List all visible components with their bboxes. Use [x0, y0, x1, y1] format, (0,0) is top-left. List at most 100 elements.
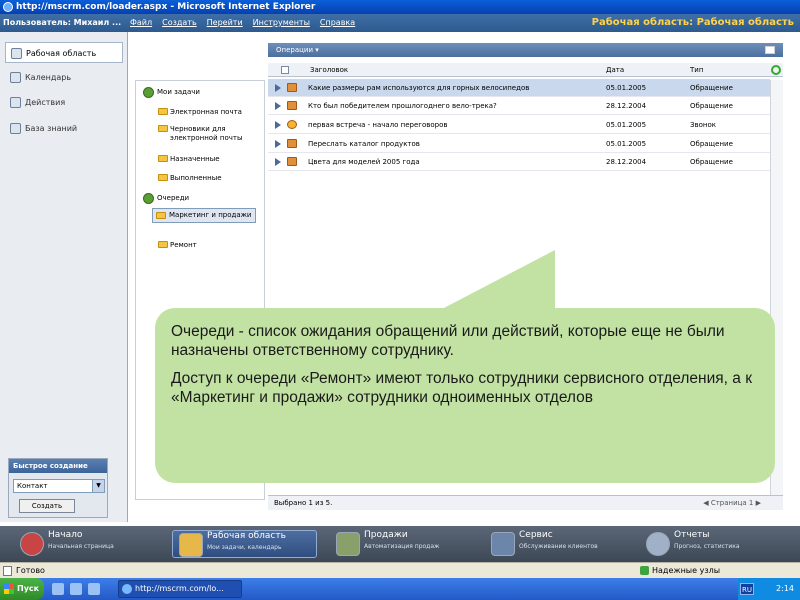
quick-create-button[interactable]: Создать	[19, 499, 75, 513]
bottom-nav-home[interactable]: Начало Начальная страница	[14, 530, 164, 558]
print-icon[interactable]	[765, 46, 775, 54]
row-subject: Переслать каталог продуктов	[308, 140, 420, 148]
tree-node-my-tasks[interactable]: Мои задачи	[143, 87, 200, 98]
case-icon	[287, 139, 297, 148]
bottom-nav-sales[interactable]: Продажи Автоматизация продаж	[330, 530, 480, 558]
menu-tools[interactable]: Инструменты	[253, 14, 310, 32]
expand-arrow-icon[interactable]	[275, 140, 281, 148]
start-label: Пуск	[17, 584, 40, 593]
bottom-nav-service[interactable]: Сервис Обслуживание клиентов	[485, 530, 635, 558]
reports-icon	[646, 532, 670, 556]
row-date: 05.01.2005	[606, 140, 647, 148]
tree-node-label: Электронная почта	[170, 108, 242, 116]
row-date: 28.12.2004	[606, 102, 647, 110]
phone-call-icon	[287, 120, 297, 129]
quick-create-title: Быстрое создание	[9, 459, 107, 473]
menu-file[interactable]: Файл	[130, 14, 152, 32]
taskbar-ie-window[interactable]: http://mscrm.com/lo...	[118, 580, 242, 598]
nav-item-label: Календарь	[25, 73, 72, 82]
quicklaunch-desktop-icon[interactable]	[70, 583, 82, 595]
chevron-down-icon[interactable]: ▼	[92, 480, 104, 492]
row-date: 05.01.2005	[606, 121, 647, 129]
main-menu: Файл Создать Перейти Инструменты Справка	[130, 14, 355, 32]
table-row[interactable]: Переслать каталог продуктов 05.01.2005 О…	[268, 135, 770, 153]
security-zone: Надежные узлы	[652, 566, 721, 575]
tree-node-drafts[interactable]: Черновики для электронной почты	[158, 125, 260, 143]
tree-node-label: Ремонт	[170, 241, 197, 249]
bottom-nav-sub: Мои задачи, календарь	[207, 544, 282, 551]
bottom-nav-sub: Обслуживание клиентов	[519, 543, 598, 550]
status-ready: Готово	[16, 566, 45, 575]
refresh-icon[interactable]	[771, 65, 781, 75]
expand-arrow-icon[interactable]	[275, 158, 281, 166]
grid-header: Заголовок Дата Тип	[268, 63, 783, 77]
bottom-nav-workspace[interactable]: Рабочая область Мои задачи, календарь	[172, 530, 317, 558]
browser-statusbar: Готово Надежные узлы	[0, 562, 800, 578]
tree-node-label: Маркетинг и продажи	[169, 211, 252, 219]
select-all-checkbox[interactable]	[281, 66, 289, 74]
callout-bubble: Очереди - список ожидания обращений или …	[155, 308, 775, 483]
row-subject: Цвета для моделей 2005 года	[308, 158, 420, 166]
quick-create-type-select[interactable]: Контакт ▼	[13, 479, 105, 493]
operations-header[interactable]: Операции ▾	[268, 43, 783, 57]
bottom-nav-title: Рабочая область	[207, 531, 286, 541]
bottom-nav-reports[interactable]: Отчеты Прогноз, статистика	[640, 530, 790, 558]
start-button[interactable]: Пуск	[0, 578, 44, 600]
window-titlebar: http://mscrm.com/loader.aspx - Microsoft…	[0, 0, 800, 14]
nav-item-workspace[interactable]: Рабочая область	[5, 42, 123, 63]
nav-item-actions[interactable]: Действия	[5, 92, 123, 113]
tree-node-label: Черновики для электронной почты	[170, 125, 243, 142]
row-type: Обращение	[690, 158, 733, 166]
language-indicator[interactable]: RU	[740, 583, 754, 595]
expand-arrow-icon[interactable]	[275, 121, 281, 129]
bottom-navigation: Начало Начальная страница Рабочая област…	[0, 526, 800, 562]
menu-create[interactable]: Создать	[162, 14, 197, 32]
column-date[interactable]: Дата	[606, 63, 624, 77]
row-type: Звонок	[690, 121, 716, 129]
callout-paragraph-2: Доступ к очереди «Ремонт» имеют только с…	[171, 370, 752, 406]
tree-node-completed[interactable]: Выполненные	[158, 174, 222, 183]
expand-arrow-icon[interactable]	[275, 84, 281, 92]
windows-logo-icon	[4, 584, 14, 594]
nav-item-knowledge-base[interactable]: База знаний	[5, 118, 123, 139]
user-icon	[143, 87, 154, 98]
menu-go[interactable]: Перейти	[207, 14, 243, 32]
quicklaunch-media-icon[interactable]	[88, 583, 100, 595]
tree-node-email[interactable]: Электронная почта	[158, 108, 242, 117]
tree-node-queues[interactable]: Очереди	[143, 193, 190, 204]
page-label: Страница 1	[710, 499, 754, 507]
pager[interactable]: ◀ Страница 1 ▶	[703, 496, 761, 510]
tree-node-label: Назначенные	[170, 155, 220, 163]
column-subject[interactable]: Заголовок	[310, 63, 348, 77]
tree-node-label: Очереди	[157, 194, 190, 202]
quick-create-selected: Контакт	[17, 482, 48, 490]
bottom-nav-title: Сервис	[519, 530, 553, 540]
table-row[interactable]: Какие размеры рам используются для горны…	[268, 79, 770, 97]
current-user[interactable]: Пользователь: Михаил ...	[3, 14, 121, 32]
task-label: http://mscrm.com/lo...	[135, 584, 224, 593]
table-row[interactable]: Кто был победителем прошлогоднего вело-т…	[268, 97, 770, 115]
tree-node-marketing[interactable]: Маркетинг и продажи	[152, 208, 256, 223]
tree-node-repair[interactable]: Ремонт	[158, 241, 197, 250]
quick-create-panel: Быстрое создание Контакт ▼ Создать	[8, 458, 108, 518]
quicklaunch-ie-icon[interactable]	[52, 583, 64, 595]
column-type[interactable]: Тип	[690, 63, 703, 77]
sales-icon	[336, 532, 360, 556]
menu-help[interactable]: Справка	[320, 14, 355, 32]
table-row[interactable]: Цвета для моделей 2005 года 28.12.2004 О…	[268, 153, 770, 171]
nav-item-calendar[interactable]: Календарь	[5, 67, 123, 88]
tree-node-label: Выполненные	[170, 174, 222, 182]
workspace-icon	[179, 533, 203, 557]
table-row[interactable]: первая встреча - начало переговоров 05.0…	[268, 116, 770, 134]
operations-title: Операции	[276, 46, 313, 54]
tree-node-assigned[interactable]: Назначенные	[158, 155, 220, 164]
chevron-down-icon: ▾	[315, 46, 319, 54]
knowledge-base-icon	[10, 123, 21, 134]
clock[interactable]: 2:14	[776, 584, 794, 593]
bottom-nav-sub: Прогноз, статистика	[674, 543, 740, 550]
callout-tail	[440, 250, 555, 310]
row-type: Обращение	[690, 84, 733, 92]
row-subject: первая встреча - начало переговоров	[308, 121, 448, 129]
row-subject: Какие размеры рам используются для горны…	[308, 84, 530, 92]
expand-arrow-icon[interactable]	[275, 102, 281, 110]
